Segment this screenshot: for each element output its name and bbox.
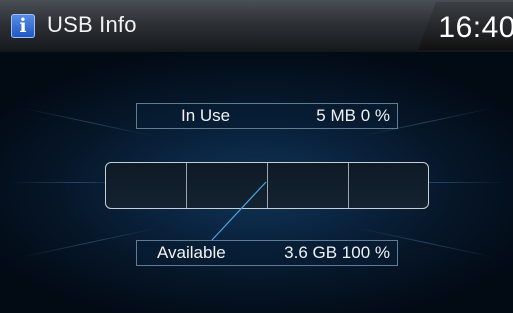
- content-area: In Use 5 MB 0 % Available 3.6 GB 100 %: [0, 52, 513, 313]
- storage-usage-bar: [105, 162, 429, 209]
- available-value: 3.6 GB 100 %: [284, 243, 390, 262]
- clock: 16:40: [438, 11, 513, 44]
- in-use-label: In Use: [181, 106, 231, 125]
- clock-panel: 16:40: [418, 2, 513, 50]
- in-use-value: 5 MB 0 %: [316, 106, 390, 125]
- title-bar: i USB Info 16:40: [0, 0, 513, 52]
- bar-divider: [267, 163, 268, 208]
- usb-info-screen: i USB Info 16:40 In Use 5 MB 0 % Availab…: [0, 0, 513, 313]
- available-box: Available 3.6 GB 100 %: [136, 240, 398, 266]
- available-label: Available: [157, 243, 226, 262]
- screen-title: USB Info: [47, 12, 137, 37]
- in-use-box: In Use 5 MB 0 %: [136, 103, 398, 129]
- bar-divider: [348, 163, 349, 208]
- bar-divider: [186, 163, 187, 208]
- info-icon: i: [11, 14, 35, 38]
